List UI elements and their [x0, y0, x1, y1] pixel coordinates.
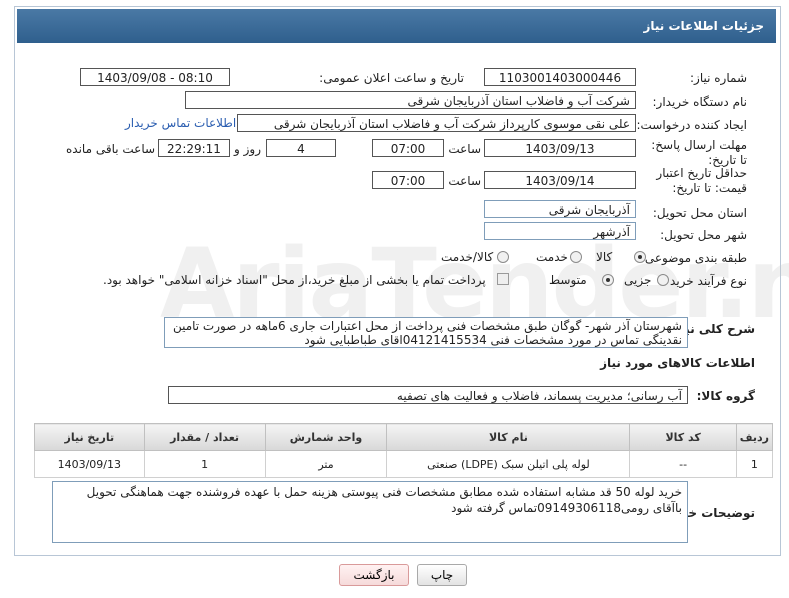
table-row[interactable]: 1 -- لوله پلی اتیلن سبک (LDPE) صنعتی متر… [34, 450, 774, 478]
col-header-code: کد کالا [629, 423, 737, 451]
process-type-label: نوع فرآیند خرید : [662, 274, 747, 288]
time-remaining-label: ساعت باقی مانده [66, 142, 156, 156]
process-minor-label: جزیی [624, 273, 652, 287]
validity-time-label: ساعت [448, 174, 481, 188]
validity-time-field[interactable]: 07:00 [372, 171, 444, 189]
reply-time-label: ساعت [448, 142, 481, 156]
announce-datetime-field[interactable]: 1403/09/08 - 08:10 [80, 68, 230, 86]
table-header-row: ردیف کد کالا نام کالا واحد شمارش تعداد /… [34, 423, 774, 451]
treasury-note: پرداخت تمام یا بخشی از مبلغ خرید،از محل … [103, 273, 486, 287]
general-desc-field[interactable]: شهرستان آذر شهر- گوگان طبق مشخصات فنی پر… [164, 317, 688, 348]
days-remaining-field[interactable]: 4 [266, 139, 336, 157]
treasury-checkbox[interactable] [497, 273, 509, 285]
requester-label: ایجاد کننده درخواست: [636, 118, 747, 132]
process-medium-label: متوسط [549, 273, 587, 287]
cell-code: -- [629, 450, 737, 478]
category-radio-service[interactable] [570, 251, 582, 263]
process-radio-medium[interactable] [602, 274, 614, 286]
reply-deadline-label: مهلت ارسال پاسخ: تا تاریخ: [651, 138, 747, 167]
process-radio-minor[interactable] [657, 274, 669, 286]
buyer-org-label: نام دستگاه خریدار: [652, 95, 748, 109]
goods-group-field[interactable]: آب رسانی؛ مدیریت پسماند، فاضلاب و فعالیت… [168, 386, 688, 404]
category-radio-goods-service[interactable] [497, 251, 509, 263]
remaining-time-field[interactable]: 22:29:11 [158, 139, 230, 157]
col-header-name: نام کالا [386, 423, 631, 451]
col-header-quantity: تعداد / مقدار [143, 423, 266, 451]
price-validity-label: حداقل تاریخ اعتبار قیمت: تا تاریخ: [656, 166, 747, 195]
need-number-field[interactable]: 1103001403000446 [484, 68, 636, 86]
back-button[interactable]: بازگشت [339, 564, 409, 586]
col-header-row-num: ردیف [735, 423, 774, 451]
goods-group-label: گروه کالا: [696, 389, 755, 403]
col-header-need-date: تاریخ نیاز [34, 423, 145, 451]
cell-row-num: 1 [735, 450, 774, 478]
category-service-label: خدمت [536, 250, 568, 264]
delivery-province-label: استان محل تحویل: [652, 206, 747, 220]
announce-datetime-label: تاریخ و ساعت اعلان عمومی: [319, 71, 464, 85]
reply-date-field[interactable]: 1403/09/13 [484, 139, 636, 157]
category-label: طبقه بندی موضوعی: [640, 251, 747, 265]
reply-time-field[interactable]: 07:00 [372, 139, 444, 157]
cell-name: لوله پلی اتیلن سبک (LDPE) صنعتی [386, 450, 631, 478]
category-radio-goods[interactable] [634, 251, 646, 263]
delivery-city-field[interactable]: آذرشهر [484, 222, 636, 240]
cell-unit: متر [264, 450, 388, 478]
page-title: جزئیات اطلاعات نیاز [643, 19, 764, 33]
items-table: ردیف کد کالا نام کالا واحد شمارش تعداد /… [34, 423, 774, 478]
requester-field[interactable]: علی نقی موسوی کارپرداز شرکت آب و فاضلاب … [237, 114, 636, 132]
print-button[interactable]: چاپ [417, 564, 467, 586]
need-number-label: شماره نیاز: [690, 71, 747, 85]
cell-quantity: 1 [143, 450, 266, 478]
cell-need-date: 1403/09/13 [34, 450, 145, 478]
buyer-contact-link[interactable]: اطلاعات تماس خریدار [125, 116, 236, 130]
validity-date-field[interactable]: 1403/09/14 [484, 171, 636, 189]
buyer-notes-field[interactable]: خرید لوله 50 قد مشابه استفاده شده مطابق … [52, 481, 688, 543]
delivery-province-field[interactable]: آذربایجان شرقی [484, 200, 636, 218]
category-goods-service-label: کالا/خدمت [441, 250, 494, 264]
buyer-org-field[interactable]: شرکت آب و فاضلاب استان آذربایجان شرقی [185, 91, 636, 109]
delivery-city-label: شهر محل تحویل: [660, 228, 747, 242]
goods-info-heading: اطلاعات کالاهای مورد نیاز [600, 356, 755, 370]
page-header: جزئیات اطلاعات نیاز [17, 9, 776, 43]
day-and-label: روز و [234, 142, 261, 156]
col-header-unit: واحد شمارش [264, 423, 388, 451]
category-goods-label: کالا [596, 250, 613, 264]
